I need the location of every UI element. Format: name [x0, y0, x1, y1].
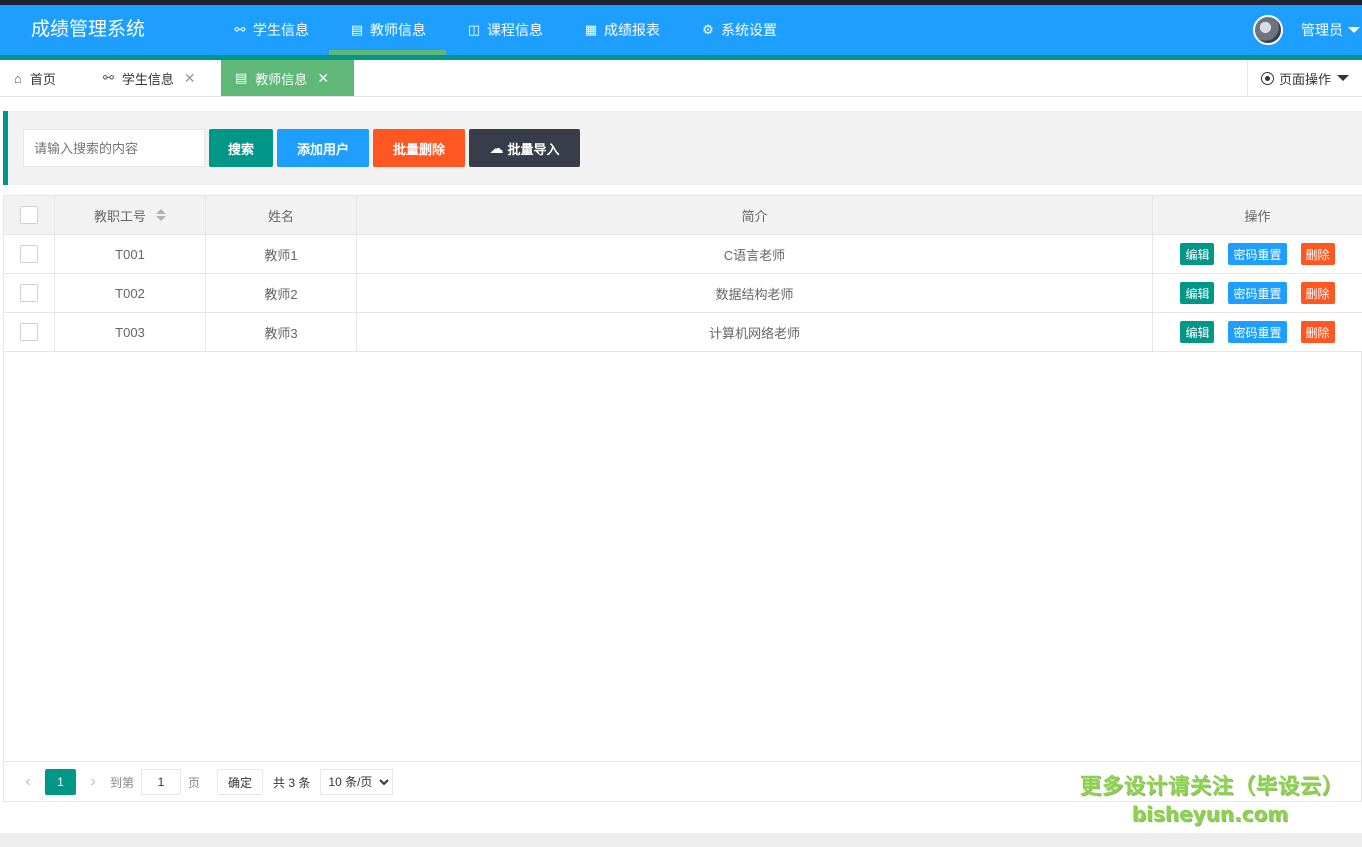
table-row: T002 教师2 数据结构老师 编辑 密码重置 删除	[4, 274, 1362, 313]
delete-button[interactable]: 删除	[1300, 243, 1335, 265]
reset-password-button[interactable]: 密码重置	[1228, 243, 1287, 265]
avatar[interactable]	[1253, 15, 1283, 45]
app-title: 成绩管理系统	[31, 19, 146, 40]
total-count: 共 3 条	[273, 775, 311, 790]
tab-label: 学生信息	[121, 71, 174, 87]
watermark: 更多设计请关注（毕设云） bisheyun.com	[1080, 770, 1344, 826]
column-header-intro: 简介	[357, 196, 1153, 234]
prev-page-icon[interactable]: ‹	[18, 773, 38, 791]
delete-button[interactable]: 删除	[1300, 321, 1335, 343]
table-row: T003 教师3 计算机网络老师 编辑 密码重置 删除	[4, 313, 1362, 352]
column-header-actions: 操作	[1244, 208, 1271, 224]
search-toolbar: 搜索 添加用户 批量删除 ☁ 批量导入	[3, 111, 1362, 185]
reset-password-button[interactable]: 密码重置	[1228, 321, 1287, 343]
cell-name: 教师3	[206, 313, 357, 351]
sort-icon[interactable]	[156, 209, 166, 221]
row-checkbox-cell	[4, 274, 55, 312]
cell-intro: 计算机网络老师	[357, 313, 1153, 351]
cell-name: 教师1	[206, 235, 357, 273]
top-nav: ⚯ 学生信息 ▤ 教师信息 ◫ 课程信息 ▦ 成绩报表 ⚙ 系统设置	[212, 5, 797, 55]
cell-name: 教师2	[206, 274, 357, 312]
search-button[interactable]: 搜索	[209, 129, 273, 167]
row-checkbox-cell	[4, 313, 55, 351]
goto-page-input[interactable]	[141, 769, 182, 795]
batch-delete-button[interactable]: 批量删除	[373, 129, 465, 167]
user-menu[interactable]: 管理员	[1253, 5, 1362, 55]
goto-confirm-button[interactable]: 确定	[217, 769, 264, 795]
header: 成绩管理系统 ⚯ 学生信息 ▤ 教师信息 ◫ 课程信息 ▦ 成绩报表 ⚙ 系统设…	[0, 5, 1362, 55]
close-icon[interactable]: ✕	[184, 70, 196, 87]
cell-actions: 编辑 密码重置 删除	[1153, 274, 1362, 312]
select-all-checkbox[interactable]	[20, 206, 38, 224]
nav-course-info[interactable]: ◫ 课程信息	[446, 5, 563, 55]
next-page-icon[interactable]: ›	[83, 773, 103, 791]
clipboard-icon: ▤	[350, 22, 364, 37]
user-name: 管理员	[1301, 22, 1343, 38]
nav-label: 成绩报表	[604, 22, 660, 38]
cell-actions: 编辑 密码重置 删除	[1153, 235, 1362, 273]
edit-button[interactable]: 编辑	[1180, 321, 1215, 343]
users-icon: ⚯	[103, 70, 114, 85]
nav-teacher-info[interactable]: ▤ 教师信息	[329, 5, 446, 55]
book-icon: ◫	[467, 22, 481, 37]
chevron-down-icon	[1348, 27, 1360, 33]
batch-import-label: 批量导入	[507, 141, 560, 157]
row-checkbox[interactable]	[20, 323, 38, 341]
nav-label: 教师信息	[370, 22, 426, 38]
cell-intro: C语言老师	[357, 235, 1153, 273]
tab-bar: ⌂ 首页 ⚯ 学生信息 ✕ ▤ 教师信息 ✕ 页面操作	[0, 60, 1362, 97]
footer-strip	[0, 833, 1362, 847]
column-header-id[interactable]: 教职工号	[55, 196, 206, 234]
row-checkbox-cell	[4, 235, 55, 273]
row-checkbox[interactable]	[20, 245, 38, 263]
gear-icon: ⚙	[702, 22, 714, 37]
watermark-line1: 更多设计请关注（毕设云）	[1080, 774, 1344, 798]
clipboard-icon: ▤	[235, 70, 248, 85]
page-size-select[interactable]: 10 条/页	[320, 769, 394, 795]
close-icon[interactable]: ✕	[317, 70, 329, 87]
table-row: T001 教师1 C语言老师 编辑 密码重置 删除	[4, 235, 1362, 274]
chevron-down-icon	[1337, 75, 1349, 81]
row-checkbox[interactable]	[20, 284, 38, 302]
tab-label: 首页	[29, 71, 56, 87]
page-unit-label: 页	[188, 775, 201, 790]
column-header-name: 姓名	[206, 196, 357, 234]
cell-intro: 数据结构老师	[357, 274, 1153, 312]
nav-label: 学生信息	[253, 22, 309, 38]
edit-button[interactable]: 编辑	[1180, 243, 1215, 265]
users-icon: ⚯	[234, 22, 246, 37]
batch-import-button[interactable]: ☁ 批量导入	[469, 129, 580, 167]
home-icon: ⌂	[14, 70, 22, 86]
cell-id: T003	[55, 313, 206, 351]
add-user-button[interactable]: 添加用户	[277, 129, 369, 167]
table-header: 教职工号 姓名 简介 操作	[4, 196, 1362, 235]
page-operations-menu[interactable]: 页面操作	[1247, 60, 1362, 96]
cloud-upload-icon: ☁	[489, 139, 504, 156]
nav-student-info[interactable]: ⚯ 学生信息	[212, 5, 329, 55]
nav-label: 系统设置	[721, 22, 777, 38]
column-label: 教职工号	[93, 208, 146, 224]
search-input[interactable]	[23, 129, 205, 167]
page-number-current[interactable]: 1	[45, 769, 76, 795]
table-icon: ▦	[584, 22, 598, 37]
watermark-line2: bisheyun.com	[1131, 802, 1289, 826]
nav-grade-report[interactable]: ▦ 成绩报表	[563, 5, 680, 55]
nav-system-settings[interactable]: ⚙ 系统设置	[680, 5, 797, 55]
reset-password-button[interactable]: 密码重置	[1228, 282, 1287, 304]
cell-id: T001	[55, 235, 206, 273]
tab-label: 教师信息	[255, 71, 308, 87]
teacher-table: 教职工号 姓名 简介 操作 T001 教师1 C语言老师 编辑 密码重置 删除 …	[3, 195, 1362, 802]
tab-teacher-info[interactable]: ▤ 教师信息 ✕	[221, 60, 354, 96]
edit-button[interactable]: 编辑	[1180, 282, 1215, 304]
tab-student-info[interactable]: ⚯ 学生信息 ✕	[90, 60, 209, 96]
delete-button[interactable]: 删除	[1300, 282, 1335, 304]
cell-id: T002	[55, 274, 206, 312]
page-ops-label: 页面操作	[1278, 71, 1331, 87]
target-icon	[1260, 71, 1274, 85]
tab-home[interactable]: ⌂ 首页	[0, 60, 70, 96]
nav-label: 课程信息	[487, 22, 543, 38]
cell-actions: 编辑 密码重置 删除	[1153, 313, 1362, 351]
goto-label: 到第	[110, 775, 135, 790]
header-checkbox-cell	[4, 196, 55, 234]
